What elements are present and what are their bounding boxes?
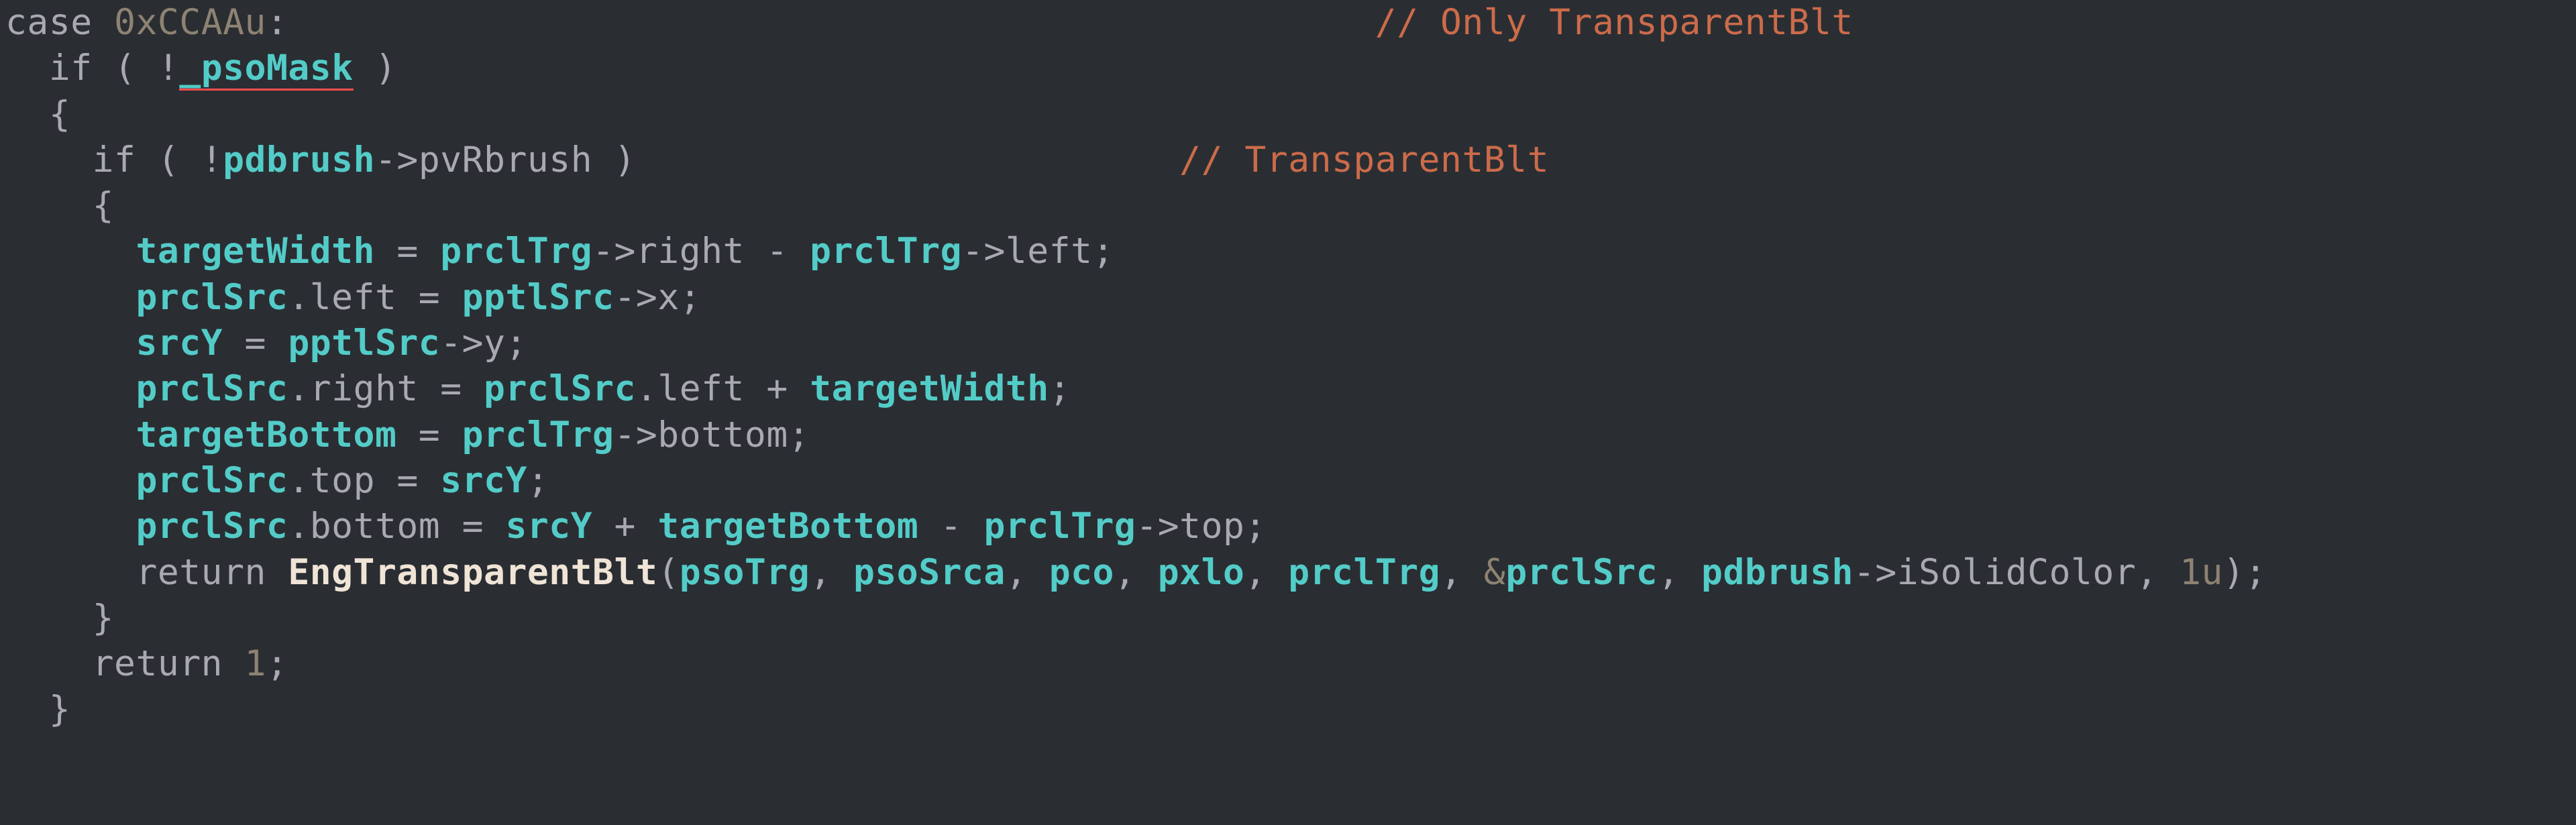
var-targetWidth: targetWidth — [810, 368, 1049, 409]
line-7: prclSrc.left = pptlSrc->x; — [5, 277, 701, 318]
line-4: if ( !pdbrush->pvRbrush ) // Transparent… — [5, 140, 1549, 180]
brace-open: { — [93, 185, 114, 226]
line-10: targetBottom = prclTrg->bottom; — [5, 415, 810, 455]
line-9: prclSrc.right = prclSrc.left + targetWid… — [5, 368, 1071, 409]
var-targetBottom: targetBottom — [657, 506, 918, 547]
var-psoMask: _psoMask — [179, 48, 353, 91]
kw-if: if — [49, 48, 93, 89]
line-1: case 0xCCAAu: // Only TransparentBlt — [5, 2, 1854, 43]
line-12: prclSrc.bottom = srcY + targetBottom - p… — [5, 506, 1267, 547]
var-prclSrc: prclSrc — [136, 460, 288, 501]
hex-literal: 0xCCAAu — [114, 2, 266, 43]
line-2: if ( !_psoMask ) — [5, 48, 396, 91]
kw-if: if — [93, 140, 136, 180]
var-srcY: srcY — [505, 506, 592, 547]
kw-case: case — [5, 2, 93, 43]
var-pdbrush: pdbrush — [223, 140, 375, 180]
line-8: srcY = pptlSrc->y; — [5, 323, 527, 364]
line-11: prclSrc.top = srcY; — [5, 460, 549, 501]
member-pvRbrush: pvRbrush — [419, 140, 592, 180]
line-6: targetWidth = prclTrg->right - prclTrg->… — [5, 231, 1114, 272]
var-prclTrg: prclTrg — [983, 506, 1136, 547]
var-prclTrg: prclTrg — [440, 231, 592, 272]
line-13: return EngTransparentBlt(psoTrg, psoSrca… — [5, 552, 2267, 593]
var-prclSrc: prclSrc — [136, 277, 288, 318]
brace-close: } — [93, 598, 114, 639]
code-block: case 0xCCAAu: // Only TransparentBlt if … — [0, 0, 2576, 733]
var-prclTrg: prclTrg — [462, 415, 614, 455]
int-literal: 1 — [245, 643, 266, 684]
kw-return: return — [93, 643, 223, 684]
line-16: } — [5, 689, 70, 730]
var-pptlSrc: pptlSrc — [288, 323, 440, 364]
brace-close: } — [49, 689, 70, 730]
brace-open: { — [49, 94, 70, 135]
var-prclSrc: prclSrc — [136, 368, 288, 409]
var-prclSrc: prclSrc — [484, 368, 636, 409]
var-prclSrc: prclSrc — [136, 506, 288, 547]
line-3: { — [5, 94, 70, 135]
var-srcY: srcY — [136, 323, 223, 364]
line-14: } — [5, 598, 114, 639]
line-15: return 1; — [5, 643, 288, 684]
kw-return: return — [136, 552, 266, 593]
addr-of: & — [1484, 552, 1505, 593]
var-targetBottom: targetBottom — [136, 415, 396, 455]
comment: // Only TransparentBlt — [1375, 2, 1854, 43]
comment: // TransparentBlt — [1179, 140, 1549, 180]
colon: : — [266, 2, 288, 43]
var-pptlSrc: pptlSrc — [462, 277, 614, 318]
var-targetWidth: targetWidth — [136, 231, 375, 272]
fn-EngTransparentBlt: EngTransparentBlt — [288, 552, 657, 593]
var-srcY: srcY — [440, 460, 527, 501]
line-5: { — [5, 185, 114, 226]
var-prclTrg: prclTrg — [810, 231, 962, 272]
